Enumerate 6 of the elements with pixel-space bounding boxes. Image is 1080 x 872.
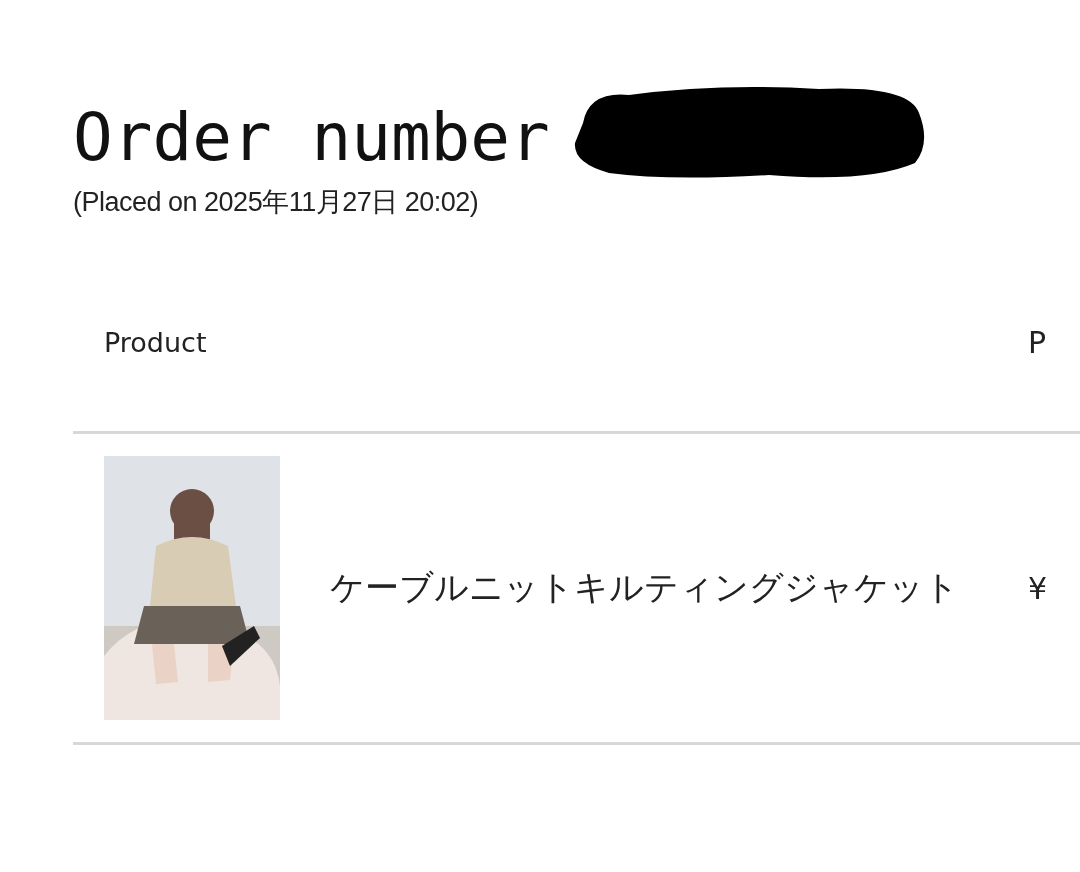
product-name[interactable]: ケーブルニットキルティングジャケット [330, 565, 959, 611]
column-header: P [1028, 325, 1047, 360]
order-date: (Placed on 2025年11月27日 20:02) [73, 186, 480, 219]
column-header: Product [103, 327, 208, 358]
order-heading: Order number [73, 105, 550, 171]
price-cell: ¥ [1028, 570, 1048, 606]
